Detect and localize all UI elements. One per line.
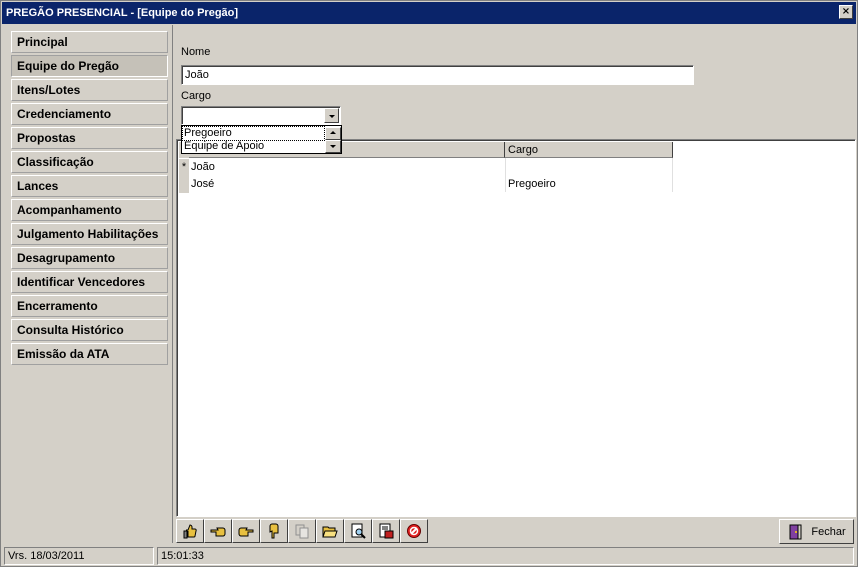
title-bar: PREGÃO PRESENCIAL - [Equipe do Pregão] × <box>2 2 856 24</box>
grid-header-cargo[interactable]: Cargo <box>505 142 673 158</box>
cancel-button[interactable] <box>400 519 428 543</box>
open-folder-icon <box>322 526 338 538</box>
search-button[interactable] <box>344 519 372 543</box>
export-document-icon <box>379 523 394 539</box>
toolbar: Fechar <box>174 517 856 544</box>
chevron-down-icon <box>330 145 336 148</box>
sidebar-item-consulta-historico[interactable]: Consulta Histórico <box>11 319 168 341</box>
sidebar-item-itens-lotes[interactable]: Itens/Lotes <box>11 79 168 101</box>
copy-button[interactable] <box>288 519 316 543</box>
close-window-button[interactable]: × <box>839 5 853 19</box>
time-status: 15:01:33 <box>157 547 854 565</box>
point-left-icon <box>210 527 226 537</box>
copy-icon <box>295 524 309 539</box>
cargo-dropdown-button[interactable] <box>324 108 339 123</box>
content-panel: Nome João Cargo Pregoeiro Equipe de Apoi… <box>174 25 856 543</box>
table-cell-cargo[interactable]: Pregoeiro <box>506 176 672 193</box>
next-button[interactable] <box>232 519 260 543</box>
scroll-up-button[interactable] <box>325 127 341 140</box>
row-indicator: * <box>179 159 189 176</box>
status-bar: Vrs. 18/03/2011 15:01:33 <box>2 546 856 566</box>
scroll-down-button[interactable] <box>325 140 341 153</box>
sidebar-item-identificar-vencedores[interactable]: Identificar Vencedores <box>11 271 168 293</box>
sidebar-item-lances[interactable]: Lances <box>11 175 168 197</box>
table-cell-nome[interactable]: José <box>189 176 503 193</box>
close-button-label: Fechar <box>811 525 846 538</box>
sidebar-item-encerramento[interactable]: Encerramento <box>11 295 168 317</box>
window-title: PREGÃO PRESENCIAL - [Equipe do Pregão] <box>6 7 239 19</box>
dropdown-scrollbar[interactable] <box>325 127 341 153</box>
sidebar-item-principal[interactable]: Principal <box>11 31 168 53</box>
cargo-option-pregoeiro[interactable]: Pregoeiro <box>182 126 325 141</box>
cargo-option-equipe-de-apoio[interactable]: Equipe de Apoio <box>183 140 324 153</box>
export-button[interactable] <box>372 519 400 543</box>
cancel-icon <box>407 524 421 538</box>
main-window: PREGÃO PRESENCIAL - [Equipe do Pregão] ×… <box>0 0 858 567</box>
approve-button[interactable] <box>176 519 204 543</box>
cargo-label: Cargo <box>181 90 211 102</box>
nome-input[interactable]: João <box>181 65 694 85</box>
nome-label: Nome <box>181 46 211 58</box>
cargo-dropdown-list: Pregoeiro Equipe de Apoio <box>181 125 342 154</box>
sidebar-item-julgamento-habilitacoes[interactable]: Julgamento Habilitações <box>11 223 168 245</box>
previous-button[interactable] <box>204 519 232 543</box>
version-status: Vrs. 18/03/2011 <box>4 547 154 565</box>
sidebar-item-equipe-do-pregao[interactable]: Equipe do Pregão <box>11 55 168 77</box>
thumbs-up-icon <box>183 524 197 539</box>
point-right-icon <box>238 527 254 537</box>
close-button[interactable]: Fechar <box>779 519 854 544</box>
sidebar: Principal Equipe do Pregão Itens/Lotes C… <box>3 25 173 543</box>
table-cell-nome[interactable]: João <box>189 159 503 176</box>
cargo-select[interactable] <box>181 106 341 125</box>
sidebar-item-classificacao[interactable]: Classificação <box>11 151 168 173</box>
chevron-up-icon <box>330 131 336 134</box>
sidebar-item-desagrupamento[interactable]: Desagrupamento <box>11 247 168 269</box>
sidebar-item-acompanhamento[interactable]: Acompanhamento <box>11 199 168 221</box>
open-button[interactable] <box>316 519 344 543</box>
point-down-icon <box>269 523 279 539</box>
sidebar-item-credenciamento[interactable]: Credenciamento <box>11 103 168 125</box>
row-indicator <box>179 176 189 193</box>
equipe-grid[interactable]: Cargo * João José Pregoeiro <box>176 139 856 517</box>
door-exit-icon <box>789 524 802 539</box>
sidebar-item-propostas[interactable]: Propostas <box>11 127 168 149</box>
table-cell-cargo[interactable] <box>506 159 672 176</box>
sidebar-item-emissao-da-ata[interactable]: Emissão da ATA <box>11 343 168 365</box>
down-button[interactable] <box>260 519 288 543</box>
search-document-icon <box>351 523 366 539</box>
grid-column-divider <box>672 158 673 192</box>
chevron-down-icon <box>329 115 335 118</box>
